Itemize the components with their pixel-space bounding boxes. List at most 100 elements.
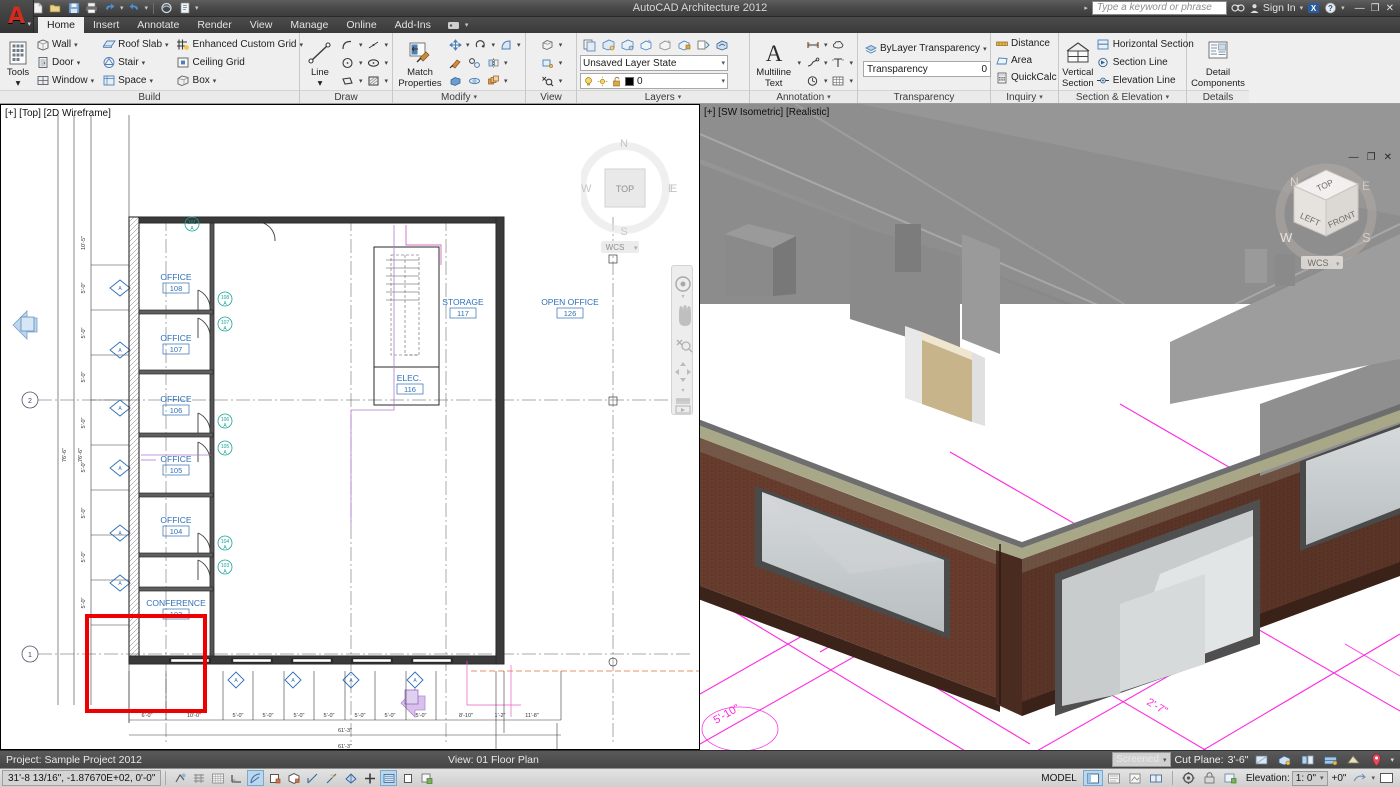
coordinate-display[interactable]: 31'-8 13/16", -1.87670E+02, 0'-0"	[2, 770, 162, 786]
elevation-dropdown[interactable]: 1: 0" ▾	[1291, 770, 1328, 786]
viewport-floor-plan[interactable]: [+] [Top] [2D Wireframe] 10'-5" 5'-0" 5'…	[0, 104, 700, 750]
save-icon[interactable]	[66, 1, 81, 15]
viewport-restore-button[interactable]: ❐	[1367, 152, 1376, 163]
circle-button[interactable]	[339, 54, 357, 71]
ellipse-caret[interactable]: ▾	[383, 59, 389, 67]
layers-panel-caret[interactable]: ▾	[678, 93, 682, 101]
layer-state-dropdown[interactable]: Unsaved Layer State ▾	[580, 55, 728, 71]
layer-unisolate-button[interactable]	[618, 36, 636, 53]
3d-move-button[interactable]	[446, 72, 464, 89]
grid-display-toggle[interactable]	[209, 770, 226, 786]
sheet-set-icon[interactable]	[177, 1, 192, 15]
hatch-button[interactable]	[364, 72, 382, 89]
toolbar-lock-icon[interactable]	[1201, 770, 1218, 786]
bylayer-transparency-dropdown[interactable]: ByLayer Transparency ▾	[863, 40, 988, 57]
zoom-caret[interactable]: ▾	[558, 77, 564, 85]
dynamic-ucs-toggle[interactable]	[342, 770, 359, 786]
layer-off-button[interactable]	[656, 36, 674, 53]
layer-state-caret[interactable]: ▾	[721, 59, 725, 67]
open-icon[interactable]	[48, 1, 63, 15]
help-icon[interactable]: ?	[1324, 2, 1337, 14]
elevation-line-button[interactable]: Elevation Line	[1096, 72, 1194, 89]
sign-in-caret[interactable]: ▾	[1300, 4, 1304, 12]
layer-thaw-icon[interactable]	[597, 76, 608, 87]
qat-overflow-caret[interactable]: ▾	[195, 4, 199, 12]
section-line-button[interactable]: Section Line	[1096, 54, 1194, 71]
enhanced-custom-grid-button[interactable]: Enhanced Custom Grid ▾	[176, 36, 304, 53]
layer-unlock-icon[interactable]	[611, 76, 622, 87]
linear-dimension-button[interactable]	[804, 36, 822, 53]
viewport-close-button[interactable]: ✕	[1384, 152, 1392, 163]
tab-addins[interactable]: Add-Ins	[386, 17, 440, 33]
table-button[interactable]	[829, 72, 847, 89]
sign-in-button[interactable]: Sign In	[1249, 2, 1296, 14]
anno-scale-icon[interactable]	[1345, 752, 1362, 768]
viewport-left-label[interactable]: [+] [Top] [2D Wireframe]	[5, 108, 111, 119]
tab-online[interactable]: Online	[337, 17, 385, 33]
modify-panel-caret[interactable]: ▾	[473, 93, 477, 101]
ac-object-icon[interactable]	[1322, 752, 1339, 768]
text-style-button[interactable]	[829, 54, 847, 71]
redo-dropdown-caret[interactable]: ▾	[145, 4, 149, 12]
stair-button[interactable]: Stair ▾	[101, 54, 169, 71]
snap-mode-toggle[interactable]	[190, 770, 207, 786]
quickcalc-button[interactable]: QuickCalc	[994, 69, 1057, 86]
roof-slab-caret[interactable]: ▾	[164, 41, 170, 49]
window-caret[interactable]: ▾	[90, 77, 96, 85]
rectangle-caret[interactable]: ▾	[358, 77, 364, 85]
space-caret[interactable]: ▾	[148, 77, 154, 85]
tab-insert[interactable]: Insert	[84, 17, 128, 33]
move-caret[interactable]: ▾	[465, 41, 471, 49]
viewport-right-label[interactable]: [+] [SW Isometric] [Realistic]	[704, 107, 829, 118]
annotation-scale-caret[interactable]: ▾	[823, 77, 829, 85]
layer-states-button[interactable]	[713, 36, 731, 53]
roof-slab-button[interactable]: Roof Slab ▾	[101, 36, 169, 53]
ray-caret[interactable]: ▾	[383, 41, 389, 49]
layer-lock-button[interactable]	[675, 36, 693, 53]
table-caret[interactable]: ▾	[848, 77, 854, 85]
copy-button[interactable]	[465, 54, 483, 71]
ellipse-button[interactable]	[364, 54, 382, 71]
3d-array-button[interactable]	[484, 72, 502, 89]
panel-title-section-elevation[interactable]: Section & Elevation ▾	[1059, 90, 1186, 103]
circle-caret[interactable]: ▾	[358, 59, 364, 67]
pan-realtime-button[interactable]	[1148, 770, 1165, 786]
object-snap-tracking-toggle[interactable]	[304, 770, 321, 786]
arc-button[interactable]	[339, 36, 357, 53]
multiline-text-caret[interactable]: ▾	[796, 59, 802, 67]
panel-title-layers[interactable]: Layers ▾	[577, 90, 749, 103]
help-caret[interactable]: ▾	[1341, 4, 1345, 12]
viewcube-left[interactable]: N S E E W TOP WCS ▾	[581, 133, 681, 253]
quick-properties-toggle[interactable]	[418, 770, 435, 786]
match-properties-button[interactable]: Match Properties	[396, 36, 444, 89]
tab-view[interactable]: View	[241, 17, 282, 33]
ray-button[interactable]	[364, 36, 382, 53]
mirror-button[interactable]	[484, 54, 502, 71]
tab-home[interactable]: Home	[38, 17, 85, 33]
navigation-bar-left[interactable]: ▾ ▾	[671, 265, 693, 415]
arc-caret[interactable]: ▾	[358, 41, 364, 49]
redo-icon[interactable]	[127, 1, 142, 15]
isolate-objects-status-icon[interactable]	[1299, 752, 1316, 768]
section-elevation-panel-caret[interactable]: ▾	[1166, 93, 1170, 101]
layer-properties-button[interactable]	[580, 36, 598, 53]
undo-dropdown-caret[interactable]: ▾	[120, 4, 124, 12]
visual-styles-caret[interactable]: ▾	[558, 41, 564, 49]
status-bar-menu-caret[interactable]: ▾	[1371, 774, 1375, 782]
status-overflow-caret[interactable]: ▾	[1390, 756, 1394, 764]
panel-title-annotation[interactable]: Annotation ▾	[750, 90, 857, 103]
wall-caret[interactable]: ▾	[73, 41, 79, 49]
annotation-panel-caret[interactable]: ▾	[827, 93, 831, 101]
multiline-text-button[interactable]: A Multiline Text	[753, 36, 794, 89]
layer-color-swatch[interactable]	[625, 76, 634, 86]
viewcube-right[interactable]: W S N E TOP LEFT FRONT WCS ▾	[1266, 146, 1386, 276]
layer-key-overrides-icon[interactable]	[1276, 752, 1293, 768]
restore-button[interactable]: ❐	[1371, 3, 1380, 14]
close-button[interactable]: ✕	[1386, 3, 1394, 14]
linear-dimension-caret[interactable]: ▾	[823, 41, 829, 49]
erase-button[interactable]	[446, 54, 464, 71]
search-icon[interactable]	[1231, 2, 1245, 14]
tab-render[interactable]: Render	[188, 17, 240, 33]
object-snap-toggle[interactable]	[266, 770, 283, 786]
layer-match-button[interactable]	[694, 36, 712, 53]
